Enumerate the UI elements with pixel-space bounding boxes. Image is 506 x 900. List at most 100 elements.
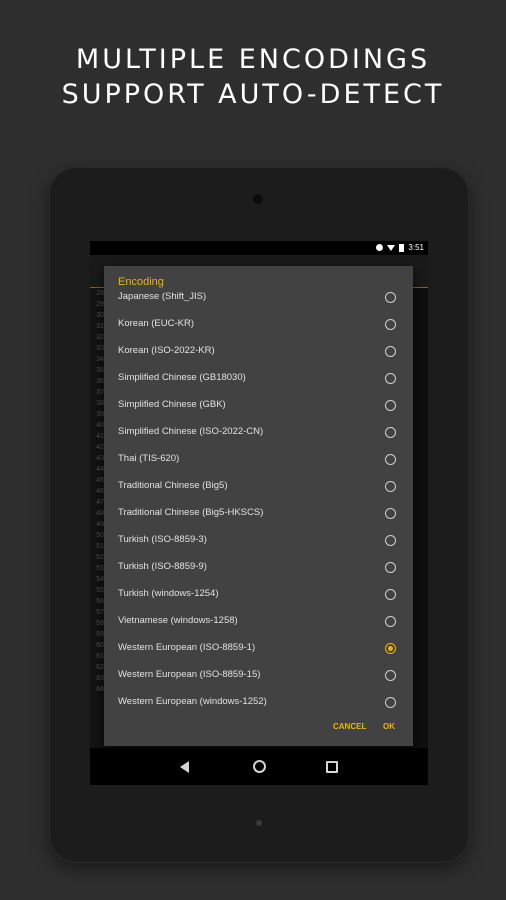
line-number: 42 xyxy=(96,444,104,451)
encoding-option[interactable]: Simplified Chinese (GBK) xyxy=(104,392,413,419)
radio-unchecked-icon[interactable] xyxy=(385,562,396,573)
radio-unchecked-icon[interactable] xyxy=(385,589,396,600)
line-number: 38 xyxy=(96,400,104,407)
line-number: 60 xyxy=(96,642,104,649)
encoding-option-label: Simplified Chinese (ISO-2022-CN) xyxy=(118,426,264,437)
line-number: 29 xyxy=(96,301,104,308)
status-bar: 3:51 xyxy=(90,241,428,255)
radio-unchecked-icon[interactable] xyxy=(385,346,396,357)
encoding-option-label: Turkish (windows-1254) xyxy=(118,588,219,599)
radio-unchecked-icon[interactable] xyxy=(385,319,396,330)
sensor-dot xyxy=(256,820,262,826)
line-number: 47 xyxy=(96,499,104,506)
encoding-option[interactable]: Korean (ISO-2022-KR) xyxy=(104,338,413,365)
line-number: 64 xyxy=(96,686,104,693)
line-number: 43 xyxy=(96,455,104,462)
line-number: 62 xyxy=(96,664,104,671)
line-number: 50 xyxy=(96,532,104,539)
line-number: 34 xyxy=(96,356,104,363)
radio-unchecked-icon[interactable] xyxy=(385,373,396,384)
encoding-option[interactable]: Turkish (ISO-8859-3) xyxy=(104,527,413,554)
line-number: 63 xyxy=(96,675,104,682)
encoding-option[interactable]: Vietnamese (windows-1258) xyxy=(104,608,413,635)
battery-icon xyxy=(399,243,405,252)
line-number: 49 xyxy=(96,521,104,528)
encoding-option[interactable]: Traditional Chinese (Big5-HKSCS) xyxy=(104,500,413,527)
radio-unchecked-icon[interactable] xyxy=(385,454,396,465)
line-number: 55 xyxy=(96,587,104,594)
encoding-option[interactable]: Western European (windows-1252) xyxy=(104,689,413,716)
encoding-option[interactable]: Japanese (Shift_JIS) xyxy=(104,284,413,311)
wifi-icon xyxy=(387,244,396,251)
encoding-option[interactable]: Simplified Chinese (ISO-2022-CN) xyxy=(104,419,413,446)
encoding-option-label: Korean (EUC-KR) xyxy=(118,318,195,329)
encoding-option-label: Vietnamese (windows-1258) xyxy=(118,615,238,626)
line-number: 30 xyxy=(96,312,104,319)
encoding-option-label: Western European (ISO-8859-1) xyxy=(118,642,256,653)
radio-unchecked-icon[interactable] xyxy=(385,508,396,519)
line-number: 40 xyxy=(96,422,104,429)
line-number: 46 xyxy=(96,488,104,495)
navigation-bar xyxy=(90,748,428,785)
line-number: 57 xyxy=(96,609,104,616)
line-number: 28 xyxy=(96,290,104,297)
radio-unchecked-icon[interactable] xyxy=(385,292,396,303)
line-number: 52 xyxy=(96,554,104,561)
line-number: 45 xyxy=(96,477,104,484)
line-number: 53 xyxy=(96,565,104,572)
radio-unchecked-icon[interactable] xyxy=(385,400,396,411)
encoding-option[interactable]: Turkish (windows-1254) xyxy=(104,581,413,608)
encoding-option-label: Simplified Chinese (GBK) xyxy=(118,399,226,410)
encoding-option[interactable]: Turkish (ISO-8859-9) xyxy=(104,554,413,581)
encoding-option[interactable]: Traditional Chinese (Big5) xyxy=(104,473,413,500)
line-number: 37 xyxy=(96,389,104,396)
line-number: 48 xyxy=(96,510,104,517)
line-number: 39 xyxy=(96,411,104,418)
radio-unchecked-icon[interactable] xyxy=(385,697,396,708)
radio-unchecked-icon[interactable] xyxy=(385,481,396,492)
encoding-option[interactable]: Korean (EUC-KR) xyxy=(104,311,413,338)
encoding-option[interactable]: Western European (ISO-8859-15) xyxy=(104,662,413,689)
line-number: 59 xyxy=(96,631,104,638)
encoding-option-label: Western European (ISO-8859-15) xyxy=(118,669,261,680)
line-number-gutter: 28 29 30 31 32 33 34 35 36 37 38 39 40 41 42 43 44 45 46 47… xyxy=(90,288,105,748)
encoding-option[interactable]: Thai (TIS-620) xyxy=(104,446,413,473)
line-number: 31 xyxy=(96,323,104,330)
radio-unchecked-icon[interactable] xyxy=(385,670,396,681)
line-number: 58 xyxy=(96,620,104,627)
line-number: 54 xyxy=(96,576,104,583)
line-number: 35 xyxy=(96,367,104,374)
promo-line-1: MULTIPLE ENCODINGS xyxy=(75,44,431,75)
back-icon[interactable] xyxy=(180,761,189,773)
encoding-option-label: Turkish (ISO-8859-9) xyxy=(118,561,207,572)
line-number: 56 xyxy=(96,598,104,605)
line-number: 51 xyxy=(96,543,104,550)
recent-apps-icon[interactable] xyxy=(326,761,338,773)
status-time: 3:51 xyxy=(408,243,424,252)
radio-unchecked-icon[interactable] xyxy=(385,535,396,546)
encoding-option-label: Western European (windows-1252) xyxy=(118,696,267,707)
ok-button[interactable]: OK xyxy=(383,722,395,731)
radio-checked-icon[interactable] xyxy=(385,643,396,654)
encoding-option-label: Simplified Chinese (GB18030) xyxy=(118,372,246,383)
encoding-option-label: Japanese (Shift_JIS) xyxy=(118,291,207,302)
line-number: 33 xyxy=(96,345,104,352)
encoding-option-label: Korean (ISO-2022-KR) xyxy=(118,345,215,356)
encoding-option[interactable]: Western European (ISO-8859-1) xyxy=(104,635,413,662)
notification-icon xyxy=(376,244,384,251)
camera-icon xyxy=(253,194,263,204)
line-number: 44 xyxy=(96,466,104,473)
home-icon[interactable] xyxy=(253,760,266,773)
line-number: 36 xyxy=(96,378,104,385)
line-number: 32 xyxy=(96,334,104,341)
line-number: 61 xyxy=(96,653,104,660)
promo-line-2: SUPPORT AUTO-DETECT xyxy=(61,79,445,110)
line-number: 41 xyxy=(96,433,104,440)
cancel-button[interactable]: CANCEL xyxy=(333,722,366,731)
encoding-option-label: Traditional Chinese (Big5) xyxy=(118,480,228,491)
encoding-option[interactable]: Simplified Chinese (GB18030) xyxy=(104,365,413,392)
encoding-option-label: Turkish (ISO-8859-3) xyxy=(118,534,207,545)
encoding-option-label: Thai (TIS-620) xyxy=(118,453,180,464)
radio-unchecked-icon[interactable] xyxy=(385,427,396,438)
radio-unchecked-icon[interactable] xyxy=(385,616,396,627)
